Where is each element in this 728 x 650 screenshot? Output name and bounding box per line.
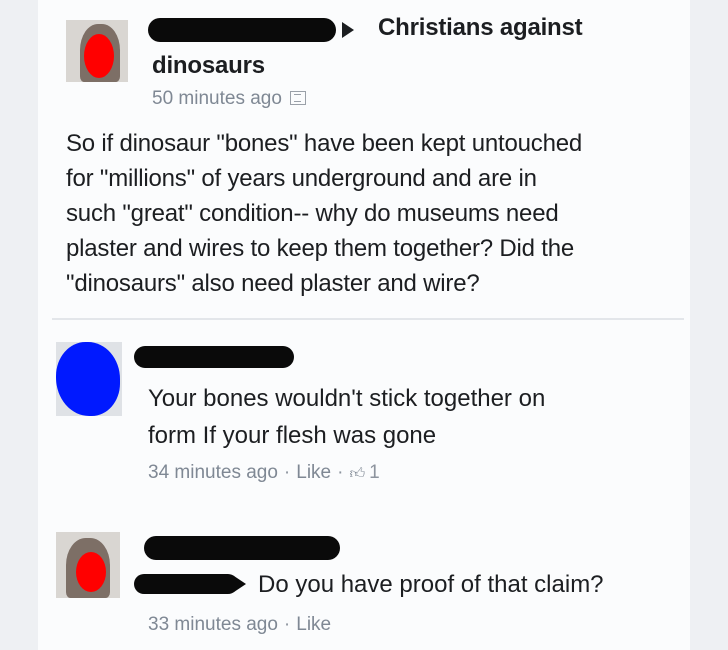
commenter-avatar[interactable] (56, 532, 120, 598)
like-count[interactable]: 1 (369, 462, 380, 483)
comment-line: Your bones wouldn't stick together on (148, 385, 546, 412)
author-avatar[interactable] (66, 20, 128, 82)
post-line: for "millions" of years underground and … (66, 165, 537, 192)
share-arrow-icon (342, 22, 354, 38)
commenter-name-redaction-2 (134, 574, 238, 594)
post-timestamp[interactable]: 50 minutes ago (152, 88, 282, 109)
post-line: such "great" condition-- why do museums … (66, 200, 559, 227)
arrow-icon (234, 576, 246, 592)
post-line: plaster and wires to keep them together?… (66, 235, 575, 262)
divider (52, 318, 684, 320)
post: Christians against dinosaurs 50 minutes … (38, 0, 690, 318)
globe-icon[interactable] (289, 91, 306, 105)
comment-timestamp[interactable]: 33 minutes ago (148, 614, 278, 635)
post-meta: 50 minutes ago (152, 88, 306, 110)
commenter-name-redaction (134, 346, 294, 368)
post-line: So if dinosaur "bones" have been kept un… (66, 130, 583, 157)
comment-body: Do you have proof of that claim? (258, 571, 604, 598)
commenter-name-redaction (144, 536, 340, 560)
comment-line: form If your flesh was gone (148, 422, 437, 449)
group-name-line1[interactable]: Christians against (378, 14, 583, 42)
like-link[interactable]: Like (296, 614, 331, 635)
comment-meta: 34 minutes ago · Like · 👍︎ 1 (148, 462, 380, 483)
screenshot-frame: Christians against dinosaurs 50 minutes … (38, 0, 690, 650)
like-link[interactable]: Like (296, 462, 331, 483)
comment-meta: 33 minutes ago · Like (148, 614, 332, 635)
commenter-avatar[interactable] (56, 342, 122, 416)
post-line: "dinosaurs" also need plaster and wire? (66, 270, 480, 297)
comment-body: Your bones wouldn't stick together on fo… (148, 380, 545, 454)
author-name-redaction (148, 18, 336, 42)
thumbs-up-icon: 👍︎ (349, 465, 366, 482)
post-body: So if dinosaur "bones" have been kept un… (66, 126, 582, 301)
comment-timestamp[interactable]: 34 minutes ago (148, 462, 278, 483)
group-name-line2[interactable]: dinosaurs (152, 52, 265, 80)
